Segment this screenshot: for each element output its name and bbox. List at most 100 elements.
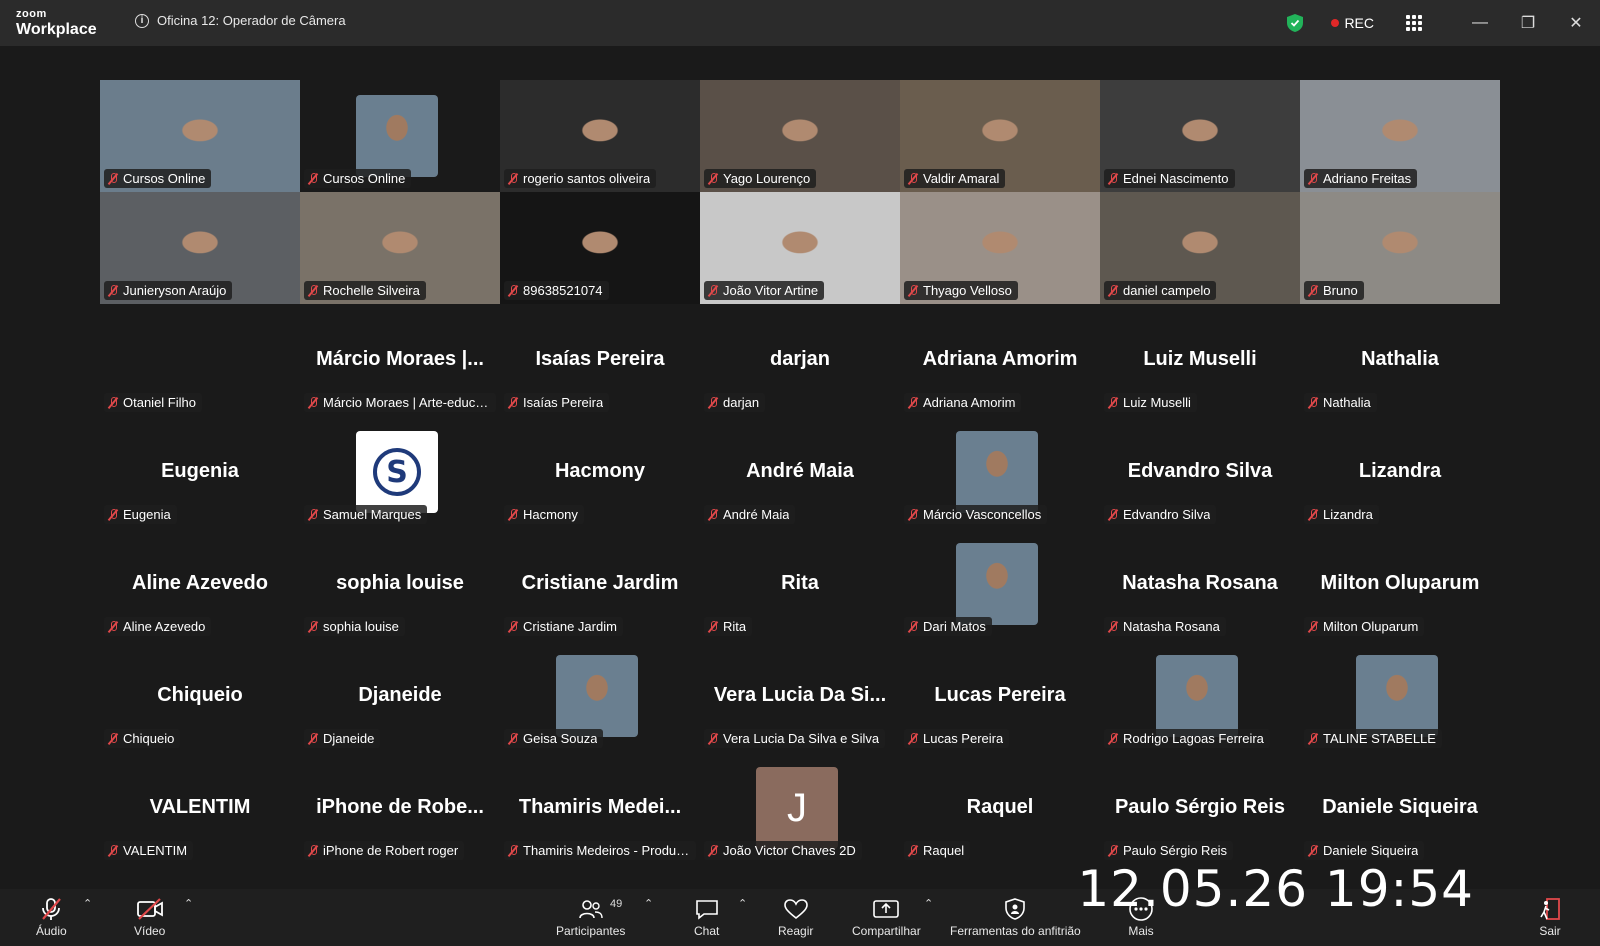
close-icon[interactable]: ✕ <box>1552 0 1600 46</box>
participant-tile[interactable]: VALENTIM VALENTIM <box>100 752 300 864</box>
participant-tile[interactable]: 89638521074 <box>500 192 700 304</box>
participant-tile[interactable]: Márcio Vasconcellos <box>900 416 1100 528</box>
participant-name-tag: TALINE STABELLE <box>1304 729 1442 748</box>
chat-button[interactable]: Chat <box>694 897 719 938</box>
participant-display-name: Márcio Moraes |... <box>316 348 484 370</box>
restore-icon[interactable]: ❐ <box>1504 0 1552 46</box>
audio-options-chevron-icon[interactable]: ⌃ <box>83 897 92 910</box>
mic-muted-icon <box>308 508 318 521</box>
participant-name: darjan <box>723 395 760 410</box>
participant-tile[interactable]: Rodrigo Lagoas Ferreira <box>1100 640 1300 752</box>
participant-tile[interactable]: Lizandra Lizandra <box>1300 416 1500 528</box>
participant-tile[interactable]: Paulo Sérgio Reis Paulo Sérgio Reis <box>1100 752 1300 864</box>
participants-options-chevron-icon[interactable]: ⌃ <box>644 897 653 910</box>
participant-tile[interactable]: S Samuel Marques <box>300 416 500 528</box>
participant-name-tag: Djaneide <box>304 729 381 748</box>
participant-tile[interactable]: Chiqueio Chiqueio <box>100 640 300 752</box>
participant-tile[interactable]: Thyago Velloso <box>900 192 1100 304</box>
share-options-chevron-icon[interactable]: ⌃ <box>924 897 933 910</box>
participant-tile[interactable]: Rita Rita <box>700 528 900 640</box>
participant-tile[interactable]: Cursos Online <box>100 80 300 192</box>
participant-name-tag: Milton Oluparum <box>1304 617 1425 636</box>
participant-tile[interactable]: Cristiane Jardim Cristiane Jardim <box>500 528 700 640</box>
participant-tile[interactable]: TALINE STABELLE <box>1300 640 1500 752</box>
mic-muted-icon <box>908 732 918 745</box>
mic-muted-icon <box>308 844 318 857</box>
mic-muted-icon <box>508 284 518 297</box>
participant-display-name: Lucas Pereira <box>934 684 1066 706</box>
participant-tile[interactable]: Rochelle Silveira <box>300 192 500 304</box>
participant-name: Bruno <box>1323 283 1358 298</box>
participant-tile[interactable]: Hacmony Hacmony <box>500 416 700 528</box>
participant-tile[interactable]: Yago Lourenço <box>700 80 900 192</box>
participant-tile[interactable]: Djaneide Djaneide <box>300 640 500 752</box>
mic-muted-icon <box>1108 620 1118 633</box>
title-bar: zoom Workplace i Oficina 12: Operador de… <box>0 0 1600 46</box>
minimize-icon[interactable]: — <box>1456 0 1504 46</box>
participant-name: Rochelle Silveira <box>323 283 420 298</box>
participant-tile[interactable]: Daniele Siqueira Daniele Siqueira <box>1300 752 1500 864</box>
participant-tile[interactable]: Luiz Muselli Luiz Muselli <box>1100 304 1300 416</box>
participant-tile[interactable]: Vera Lucia Da Si... Vera Lucia Da Silva e… <box>700 640 900 752</box>
participant-tile[interactable]: Cursos Online <box>300 80 500 192</box>
leave-button[interactable]: Sair <box>1538 897 1562 938</box>
participant-name: Ednei Nascimento <box>1123 171 1229 186</box>
participant-tile[interactable]: André Maia André Maia <box>700 416 900 528</box>
participant-name: Adriano Freitas <box>1323 171 1412 186</box>
participant-tile[interactable]: darjan darjan <box>700 304 900 416</box>
mic-muted-icon <box>108 620 118 633</box>
participant-name-tag: Bruno <box>1304 281 1364 300</box>
mic-muted-icon <box>308 396 318 409</box>
participant-name: Paulo Sérgio Reis <box>1123 843 1228 858</box>
participant-tile[interactable]: Otaniel Filho <box>100 304 300 416</box>
video-off-icon <box>136 897 164 921</box>
participant-name-tag: Yago Lourenço <box>704 169 817 188</box>
participant-tile[interactable]: Lucas Pereira Lucas Pereira <box>900 640 1100 752</box>
participant-name-tag: João Victor Chaves 2D <box>704 841 862 860</box>
participant-tile[interactable]: Ednei Nascimento <box>1100 80 1300 192</box>
participants-label: Participantes <box>556 924 626 938</box>
participant-name-tag: Thamiris Medeiros - Produto... <box>504 841 696 860</box>
timestamp-overlay: 12.05.26 19:54 <box>1077 860 1474 918</box>
participant-tile[interactable]: Milton Oluparum Milton Oluparum <box>1300 528 1500 640</box>
participant-tile[interactable]: Edvandro Silva Edvandro Silva <box>1100 416 1300 528</box>
react-button[interactable]: Reagir <box>778 897 813 938</box>
participant-tile[interactable]: daniel campelo <box>1100 192 1300 304</box>
participant-tile[interactable]: Dari Matos <box>900 528 1100 640</box>
video-options-chevron-icon[interactable]: ⌃ <box>184 897 193 910</box>
participant-tile[interactable]: Geisa Souza <box>500 640 700 752</box>
chat-options-chevron-icon[interactable]: ⌃ <box>738 897 747 910</box>
participant-name: Geisa Souza <box>523 731 598 746</box>
participant-tile[interactable]: Márcio Moraes |... Márcio Moraes | Arte-e… <box>300 304 500 416</box>
participant-tile[interactable]: rogerio santos oliveira <box>500 80 700 192</box>
meeting-info-button[interactable]: i Oficina 12: Operador de Câmera <box>135 13 346 28</box>
participant-tile[interactable]: Adriano Freitas <box>1300 80 1500 192</box>
participant-tile[interactable]: Eugenia Eugenia <box>100 416 300 528</box>
participant-name: Rita <box>723 619 747 634</box>
participant-tile[interactable]: Junieryson Araújo <box>100 192 300 304</box>
security-shield-icon[interactable] <box>1287 14 1304 32</box>
share-button[interactable]: Compartilhar <box>852 897 921 938</box>
participant-tile[interactable]: iPhone de Robe... iPhone de Robert roger <box>300 752 500 864</box>
audio-button[interactable]: Áudio <box>36 897 67 938</box>
participant-tile[interactable]: Natasha Rosana Natasha Rosana <box>1100 528 1300 640</box>
apps-grid-icon[interactable] <box>1406 15 1422 31</box>
video-button[interactable]: Vídeo <box>134 897 165 938</box>
participant-tile[interactable]: J João Victor Chaves 2D <box>700 752 900 864</box>
participant-tile[interactable]: Thamiris Medei... Thamiris Medeiros - Pro… <box>500 752 700 864</box>
participant-tile[interactable]: Nathalia Nathalia <box>1300 304 1500 416</box>
participant-tile[interactable]: Valdir Amaral <box>900 80 1100 192</box>
mic-muted-icon <box>1308 732 1318 745</box>
host-tools-button[interactable]: Ferramentas do anfitrião <box>950 897 1081 938</box>
mic-muted-icon <box>1308 508 1318 521</box>
participant-tile[interactable]: João Vitor Artine <box>700 192 900 304</box>
participant-tile[interactable]: Adriana Amorim Adriana Amorim <box>900 304 1100 416</box>
participant-tile[interactable]: Aline Azevedo Aline Azevedo <box>100 528 300 640</box>
participant-tile[interactable]: sophia louise sophia louise <box>300 528 500 640</box>
recording-indicator[interactable]: REC <box>1331 15 1374 31</box>
participant-tile[interactable]: Bruno <box>1300 192 1500 304</box>
participant-tile[interactable]: Raquel Raquel <box>900 752 1100 864</box>
participant-tile[interactable]: Isaías Pereira Isaías Pereira <box>500 304 700 416</box>
profile-avatar <box>956 431 1038 513</box>
participant-name: Aline Azevedo <box>123 619 206 634</box>
